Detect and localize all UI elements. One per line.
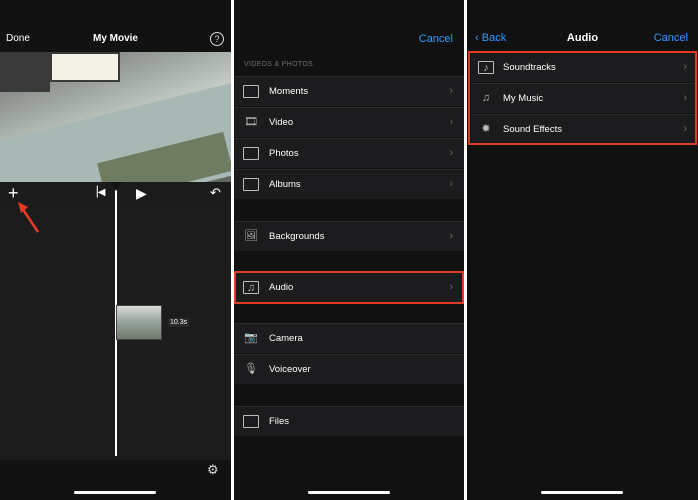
chevron-right-icon: › — [449, 147, 453, 159]
list-item-label: Sound Effects — [503, 124, 562, 135]
red-arrow-annotation — [18, 202, 40, 233]
playhead-marker — [110, 182, 122, 191]
soundtracks-icon: ♪ — [478, 61, 494, 74]
audio-panel: ‹ Back Audio Cancel ♪ Soundtracks › ♫ My… — [467, 0, 698, 500]
sound-effects-icon: ✸ — [481, 123, 491, 135]
folder-icon — [243, 415, 259, 428]
help-icon[interactable]: ? — [210, 32, 224, 46]
chevron-right-icon: › — [449, 230, 453, 242]
list-item-camera[interactable]: 📷 Camera — [234, 323, 464, 353]
timeline-clip[interactable] — [116, 305, 162, 340]
chevron-right-icon: › — [683, 123, 687, 135]
list-item-label: Voiceover — [269, 364, 311, 375]
list-item-albums[interactable]: Albums › — [234, 169, 464, 199]
list-item-label: Camera — [269, 333, 303, 344]
video-preview — [0, 52, 231, 182]
list-item-label: Audio — [269, 282, 294, 293]
microphone-icon: 🎙 — [244, 363, 258, 375]
list-item-video[interactable]: 🎞 Video › — [234, 107, 464, 137]
media-picker-panel: Cancel VIDEOS & PHOTOS Moments › 🎞 Video… — [234, 0, 464, 500]
list-item-files[interactable]: Files — [234, 406, 464, 436]
list-item-label: Backgrounds — [269, 231, 325, 242]
list-item-sound-effects[interactable]: ✸ Sound Effects › — [471, 114, 695, 144]
moments-icon — [243, 85, 259, 98]
chevron-right-icon: › — [449, 281, 453, 293]
album-icon — [243, 178, 259, 191]
list-item-soundtracks[interactable]: ♪ Soundtracks › — [471, 52, 695, 82]
list-item-moments[interactable]: Moments › — [234, 76, 464, 106]
home-indicator — [541, 491, 623, 494]
list-item-label: Photos — [269, 148, 299, 159]
backgrounds-icon: 🖼 — [244, 230, 258, 242]
audio-icon: ♫ — [243, 281, 259, 294]
photo-frame-icon — [243, 147, 259, 160]
list-item-backgrounds[interactable]: 🖼 Backgrounds › — [234, 221, 464, 251]
clip-duration: 10.3s — [168, 318, 190, 327]
project-title: My Movie — [92, 33, 138, 44]
list-item-voiceover[interactable]: 🎙 Voiceover — [234, 354, 464, 384]
gear-icon[interactable]: ⚙ — [207, 462, 219, 478]
cancel-button[interactable]: Cancel — [654, 32, 688, 44]
chevron-right-icon: › — [449, 178, 453, 190]
film-icon: 🎞 — [244, 116, 258, 128]
play-icon[interactable]: ▶ — [136, 185, 147, 202]
chevron-right-icon: › — [449, 116, 453, 128]
music-note-icon: ♫ — [481, 92, 491, 104]
editor-panel: Done My Movie ? + ▕◀ ▶ ↶ 10.3s ⚙ — [0, 0, 231, 500]
chevron-right-icon: › — [449, 85, 453, 97]
list-item-label: Video — [269, 117, 294, 128]
editor-footer — [0, 460, 231, 500]
list-item-audio[interactable]: ♫ Audio › — [234, 272, 464, 302]
skip-to-start-icon[interactable]: ▕◀ — [90, 187, 105, 198]
cancel-button[interactable]: Cancel — [419, 33, 453, 45]
undo-icon[interactable]: ↶ — [210, 185, 221, 201]
list-item-photos[interactable]: Photos › — [234, 138, 464, 168]
list-item-label: Moments — [269, 86, 309, 97]
home-indicator — [308, 491, 390, 494]
section-header: VIDEOS & PHOTOS — [244, 61, 313, 68]
chevron-right-icon: › — [683, 61, 687, 73]
list-item-my-music[interactable]: ♫ My Music › — [471, 83, 695, 113]
list-item-label: Soundtracks — [503, 62, 556, 73]
list-item-label: Files — [269, 416, 290, 427]
editor-header: Done My Movie ? — [0, 0, 231, 52]
chevron-right-icon: › — [683, 92, 687, 104]
camera-icon: 📷 — [244, 332, 258, 344]
list-item-label: My Music — [503, 93, 544, 104]
home-indicator — [74, 491, 156, 494]
list-item-label: Albums — [269, 179, 301, 190]
